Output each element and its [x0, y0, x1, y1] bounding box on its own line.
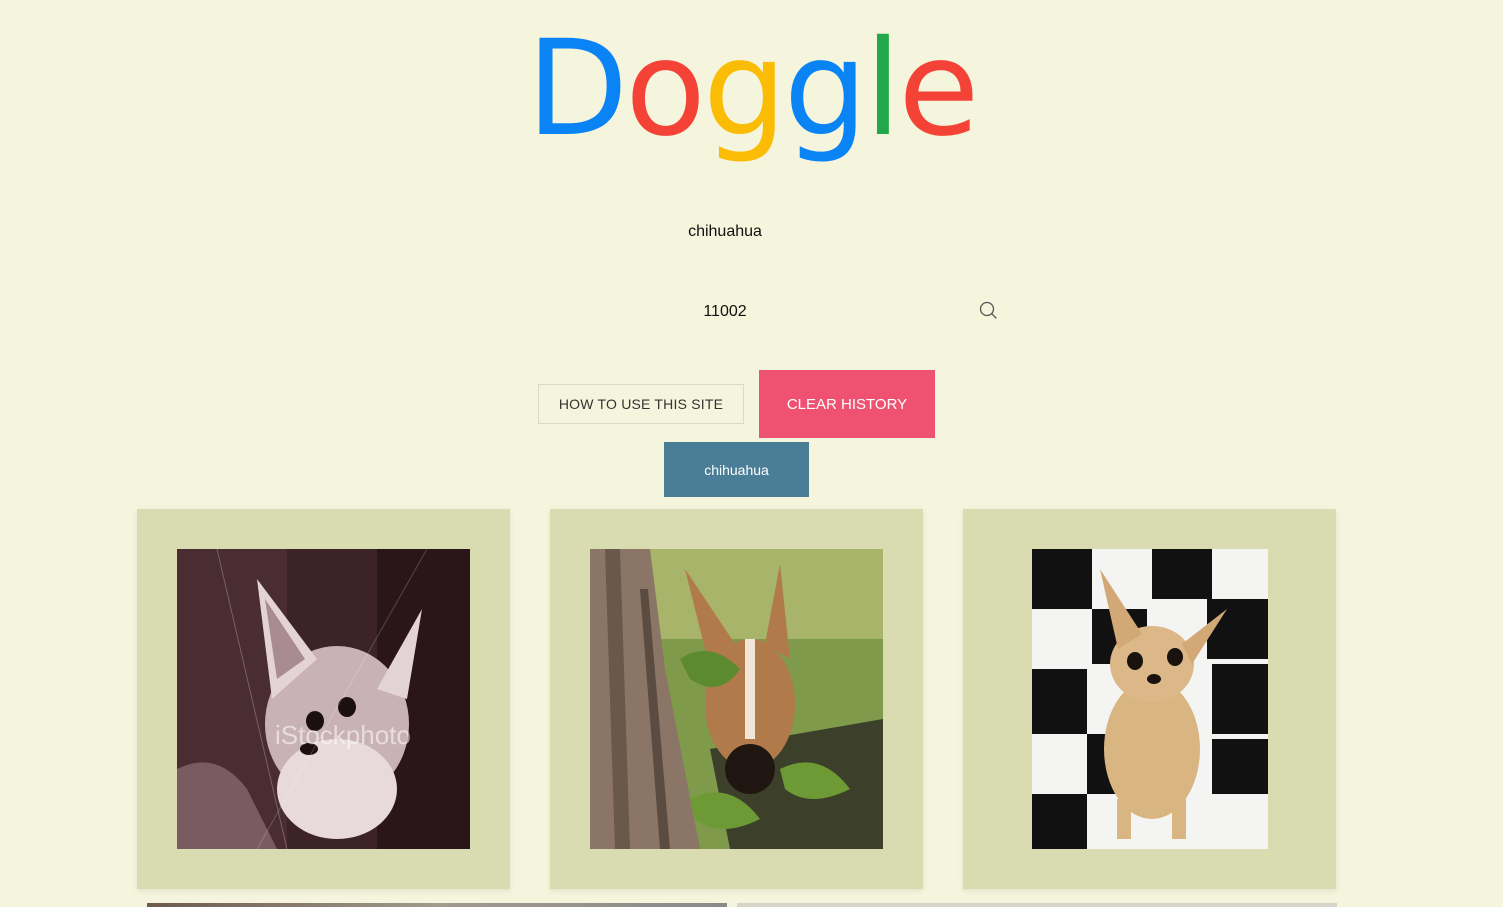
logo-letter: g — [702, 12, 787, 166]
watermark-text: iStockphoto — [275, 720, 411, 750]
logo-letter: D — [526, 12, 629, 166]
doggle-page: Doggle HOW TO USE THIS SITE CLEAR HISTOR… — [0, 0, 1503, 907]
history-item-button[interactable]: chihuahua — [664, 442, 809, 497]
logo-letter: g — [783, 12, 868, 166]
zip-code-input[interactable] — [0, 300, 1450, 324]
search-icon[interactable] — [978, 300, 998, 320]
dog-photo — [1032, 549, 1268, 849]
dog-card-partial[interactable] — [737, 903, 1337, 907]
logo-letter: l — [864, 12, 902, 166]
breed-input[interactable] — [0, 220, 1450, 244]
doggle-logo: Doggle — [0, 14, 1503, 164]
dog-image: iStockphoto — [177, 549, 470, 849]
dog-photo — [590, 549, 883, 849]
dog-photo: iStockphoto — [177, 549, 470, 849]
dog-image — [1032, 549, 1268, 849]
clear-history-button[interactable]: CLEAR HISTORY — [759, 370, 935, 438]
dog-card[interactable] — [550, 509, 923, 889]
dog-card[interactable] — [963, 509, 1336, 889]
how-to-use-button[interactable]: HOW TO USE THIS SITE — [538, 384, 744, 424]
logo-letter: e — [898, 12, 979, 166]
logo-letter: o — [625, 12, 706, 166]
dog-image — [590, 549, 883, 849]
dog-card-partial[interactable] — [147, 903, 727, 907]
dog-card[interactable]: iStockphoto — [137, 509, 510, 889]
